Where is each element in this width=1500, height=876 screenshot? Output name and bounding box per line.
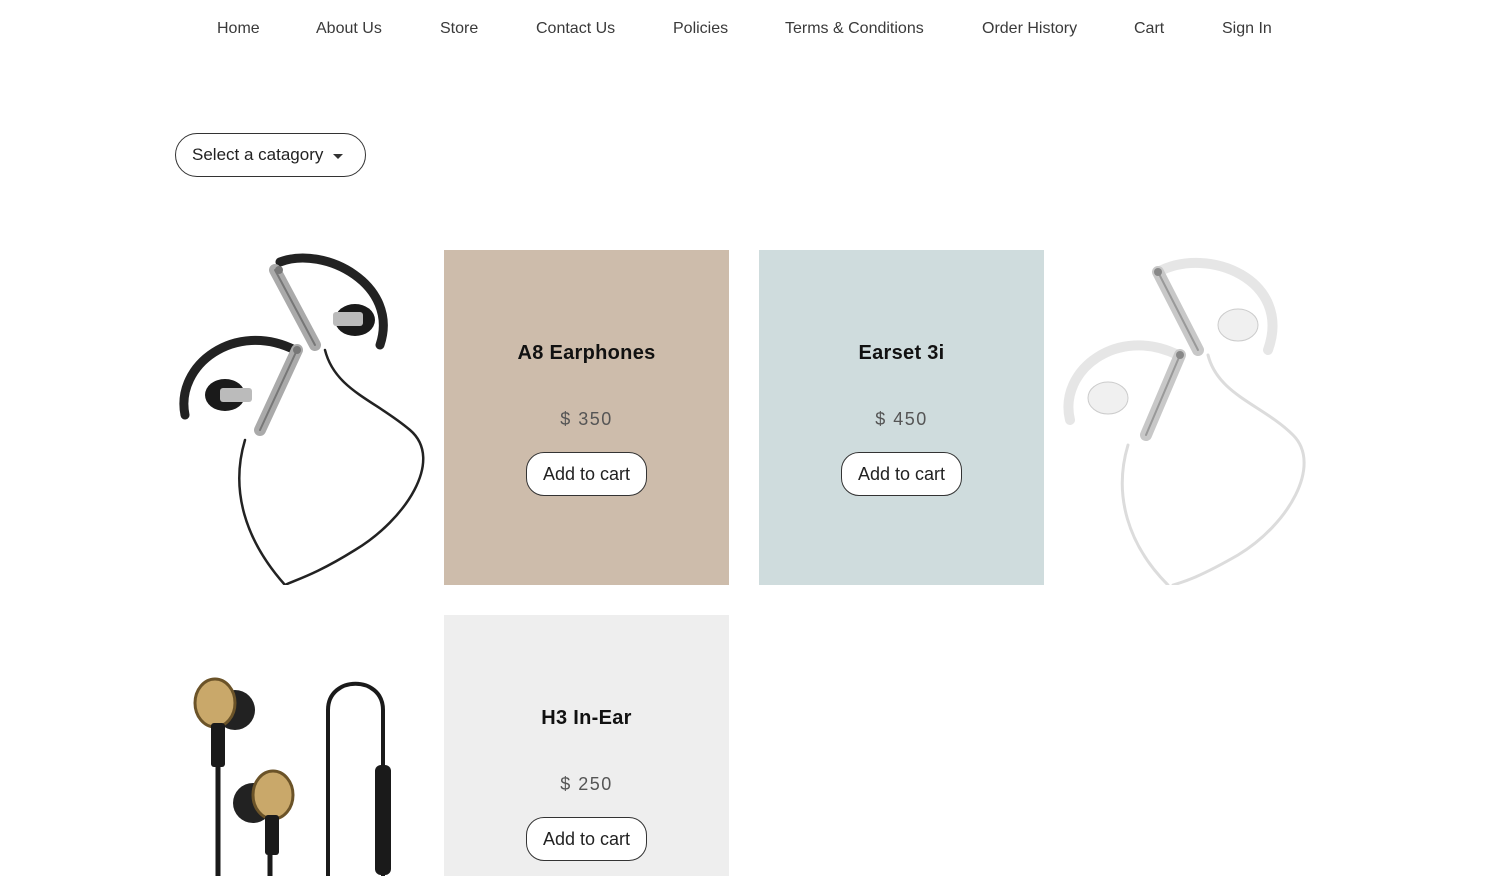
nav-terms-conditions[interactable]: Terms & Conditions: [785, 19, 924, 39]
product-price: $ 450: [875, 409, 928, 429]
add-to-cart-button[interactable]: Add to cart: [840, 452, 963, 496]
product-price: $ 250: [560, 774, 613, 794]
product-name: Earset 3i: [858, 342, 945, 364]
nav-about-us[interactable]: About Us: [316, 19, 382, 39]
product-card-earset-3i: Earset 3i $ 450 Add to cart: [759, 250, 1044, 585]
product-name: H3 In-Ear: [541, 707, 632, 729]
main-nav: Home About Us Store Contact Us Policies …: [0, 0, 1500, 60]
category-dropdown[interactable]: Select a catagory: [175, 133, 366, 177]
product-image-black-earset[interactable]: [175, 250, 430, 585]
add-to-cart-button[interactable]: Add to cart: [525, 817, 648, 861]
product-card-a8-earphones: A8 Earphones $ 350 Add to cart: [444, 250, 729, 585]
caret-down-icon: [333, 153, 344, 159]
product-card-h3-in-ear: H3 In-Ear $ 250 Add to cart: [444, 615, 729, 876]
add-to-cart-button[interactable]: Add to cart: [525, 452, 648, 496]
nav-policies[interactable]: Policies: [673, 19, 728, 39]
nav-cart[interactable]: Cart: [1134, 19, 1164, 39]
nav-order-history[interactable]: Order History: [982, 19, 1077, 39]
nav-contact-us[interactable]: Contact Us: [536, 19, 615, 39]
product-image-white-earset[interactable]: [1058, 250, 1313, 585]
product-image-h3-in-ear[interactable]: [175, 615, 430, 876]
nav-home[interactable]: Home: [217, 19, 260, 39]
product-price: $ 350: [560, 409, 613, 429]
nav-store[interactable]: Store: [440, 19, 478, 39]
product-name: A8 Earphones: [517, 342, 656, 364]
nav-sign-in[interactable]: Sign In: [1222, 19, 1272, 39]
category-dropdown-label: Select a catagory: [192, 145, 324, 164]
